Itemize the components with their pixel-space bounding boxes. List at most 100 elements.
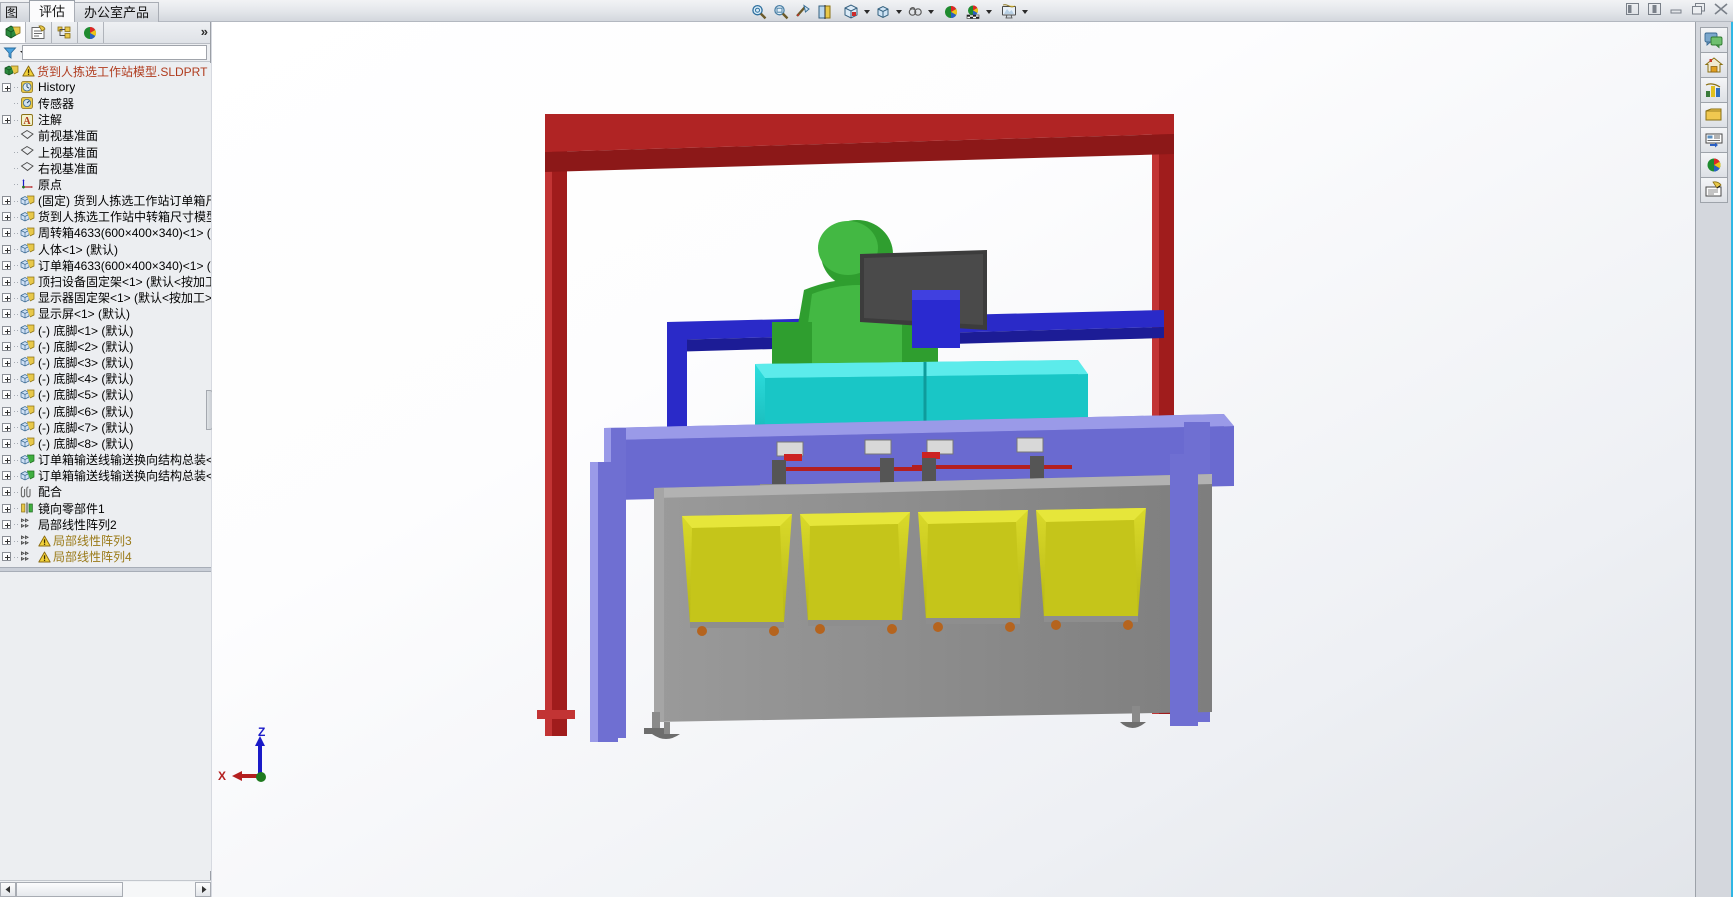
tree-item-21[interactable]: ·· (-) 底脚<6> (默认) xyxy=(0,403,211,419)
tree-item-12[interactable]: ·· 订单箱4633(600×400×340)<1> (默 xyxy=(0,257,211,273)
tree-expand-toggle[interactable] xyxy=(2,115,11,125)
tree-expand-toggle[interactable] xyxy=(2,82,11,92)
tree-item-8[interactable]: ·· (固定) 货到人拣选工作站订单箱尺寸 xyxy=(0,193,211,209)
display-style-icon[interactable] xyxy=(872,2,893,22)
tree-item-16[interactable]: ·· (-) 底脚<1> (默认) xyxy=(0,322,211,338)
tree-item-23[interactable]: ·· (-) 底脚<8> (默认) xyxy=(0,435,211,451)
tree-expand-toggle[interactable] xyxy=(2,422,11,432)
feature-tree[interactable]: 货到人拣选工作站模型.SLDPRT (默 ·· History ·· 传感器 ·· A 注解 ·… xyxy=(0,63,211,871)
hide-show-items-icon[interactable] xyxy=(904,2,925,22)
tree-item-14[interactable]: ·· 显示器固定架<1> (默认<按加工>) xyxy=(0,290,211,306)
zoom-to-area-icon[interactable] xyxy=(770,2,791,22)
tree-item-0[interactable]: 货到人拣选工作站模型.SLDPRT (默 xyxy=(0,63,211,79)
appearance-editor-icon[interactable] xyxy=(1700,177,1728,203)
tree-expand-toggle[interactable] xyxy=(2,325,11,335)
previous-view-icon[interactable] xyxy=(792,2,813,22)
zoom-to-fit-icon[interactable] xyxy=(748,2,769,22)
graphics-viewport[interactable]: Z X xyxy=(212,22,1695,897)
tree-item-30[interactable]: ·· 局部线性阵列4 xyxy=(0,549,211,565)
restore-button[interactable] xyxy=(1691,2,1706,16)
tree-expand-toggle[interactable] xyxy=(2,293,11,303)
display-style-dropdown[interactable] xyxy=(894,2,903,22)
tab-0[interactable]: 图 xyxy=(0,2,30,22)
tree-expand-toggle[interactable] xyxy=(2,390,11,400)
tree-item-3[interactable]: ·· A 注解 xyxy=(0,112,211,128)
tree-expand-toggle[interactable] xyxy=(2,341,11,351)
tree-expand-toggle[interactable] xyxy=(2,455,11,465)
tree-expand-toggle[interactable] xyxy=(2,552,11,562)
tree-item-1[interactable]: ·· History xyxy=(0,79,211,95)
tree-expand-toggle[interactable] xyxy=(2,357,11,367)
tree-item-24[interactable]: ·· 订单箱输送线输送换向结构总装<2> xyxy=(0,452,211,468)
tree-item-4[interactable]: ·· 前视基准面 xyxy=(0,128,211,144)
restore-view-right-button[interactable] xyxy=(1647,2,1662,16)
tree-item-15[interactable]: ·· 显示屏<1> (默认) xyxy=(0,306,211,322)
tree-item-11[interactable]: ·· 人体<1> (默认) xyxy=(0,241,211,257)
tree-item-2[interactable]: ·· 传感器 xyxy=(0,95,211,111)
tree-item-20[interactable]: ·· (-) 底脚<5> (默认) xyxy=(0,387,211,403)
tree-item-9[interactable]: ·· 货到人拣选工作站中转箱尺寸模型< xyxy=(0,209,211,225)
tree-selection-bar[interactable] xyxy=(0,567,211,573)
apply-scene-icon[interactable] xyxy=(962,2,983,22)
tree-item-29[interactable]: ·· 局部线性阵列3 xyxy=(0,532,211,548)
scrollbar-thumb[interactable] xyxy=(16,881,124,897)
feature-manager-more-button[interactable]: » xyxy=(201,24,208,39)
tree-expand-toggle[interactable] xyxy=(2,536,11,546)
tree-item-17[interactable]: ·· (-) 底脚<2> (默认) xyxy=(0,338,211,354)
tree-expand-toggle[interactable] xyxy=(2,471,11,481)
feature-tree-tab[interactable] xyxy=(0,22,26,43)
restore-view-left-button[interactable] xyxy=(1625,2,1640,16)
configuration-manager-tab[interactable] xyxy=(52,22,78,43)
feature-tree-filter-input[interactable] xyxy=(22,45,207,60)
tree-expand-toggle[interactable] xyxy=(2,244,11,254)
design-library-icon[interactable] xyxy=(1700,52,1728,78)
tree-item-6[interactable]: ·· 右视基准面 xyxy=(0,160,211,176)
display-manager-tab[interactable] xyxy=(78,22,104,43)
close-button[interactable] xyxy=(1713,2,1728,16)
file-explorer-icon[interactable] xyxy=(1700,77,1728,103)
tree-expand-toggle[interactable] xyxy=(2,487,11,497)
tree-item-19[interactable]: ·· (-) 底脚<4> (默认) xyxy=(0,371,211,387)
minimize-button[interactable] xyxy=(1669,2,1684,16)
tree-expand-toggle[interactable] xyxy=(2,519,11,529)
tree-item-13[interactable]: ·· 顶扫设备固定架<1> (默认<按加工> xyxy=(0,273,211,289)
tab-2[interactable]: 办公室产品 xyxy=(74,2,160,22)
tree-expand-toggle[interactable] xyxy=(2,503,11,513)
tree-expand-toggle[interactable] xyxy=(2,228,11,238)
tree-item-25[interactable]: ·· 订单箱输送线输送换向结构总装<4> xyxy=(0,468,211,484)
tree-item-10[interactable]: ·· 周转箱4633(600×400×340)<1> (默 xyxy=(0,225,211,241)
section-view-icon[interactable] xyxy=(814,2,835,22)
tree-expand-toggle[interactable] xyxy=(2,277,11,287)
tree-item-26[interactable]: ·· 配合 xyxy=(0,484,211,500)
tree-expand-toggle[interactable] xyxy=(2,196,11,206)
tree-item-28[interactable]: ·· 局部线性阵列2 xyxy=(0,516,211,532)
tree-expand-toggle[interactable] xyxy=(2,438,11,448)
tree-expand-toggle[interactable] xyxy=(2,406,11,416)
feature-tree-horizontal-scrollbar[interactable] xyxy=(0,880,211,897)
view-settings-dropdown[interactable] xyxy=(1020,2,1029,22)
tree-item-18[interactable]: ·· (-) 底脚<3> (默认) xyxy=(0,354,211,370)
apply-scene-dropdown[interactable] xyxy=(984,2,993,22)
edit-appearance-icon[interactable] xyxy=(940,2,961,22)
tree-expand-toggle[interactable] xyxy=(2,309,11,319)
tree-item-5[interactable]: ·· 上视基准面 xyxy=(0,144,211,160)
view-settings-icon[interactable] xyxy=(998,2,1019,22)
custom-properties-icon[interactable] xyxy=(1700,152,1728,178)
scroll-right-button[interactable] xyxy=(195,881,211,897)
scrollbar-track[interactable] xyxy=(16,881,195,897)
tree-item-22[interactable]: ·· (-) 底脚<7> (默认) xyxy=(0,419,211,435)
tree-item-7[interactable]: ·· 原点 xyxy=(0,176,211,192)
view-orientation-dropdown[interactable] xyxy=(862,2,871,22)
tree-expand-toggle[interactable] xyxy=(2,260,11,270)
solidworks-resources-icon[interactable] xyxy=(1700,27,1728,53)
tree-expand-toggle[interactable] xyxy=(2,212,11,222)
tree-item-27[interactable]: ·· 镜向零部件1 xyxy=(0,500,211,516)
view-palette-icon[interactable] xyxy=(1700,102,1728,128)
hide-show-items-dropdown[interactable] xyxy=(926,2,935,22)
tree-expand-toggle[interactable] xyxy=(2,374,11,384)
property-manager-tab[interactable] xyxy=(26,22,52,43)
scroll-left-button[interactable] xyxy=(0,881,16,897)
appearances-scenes-icon[interactable] xyxy=(1700,127,1728,153)
view-orientation-icon[interactable] xyxy=(840,2,861,22)
tab-1[interactable]: 评估 xyxy=(29,0,76,22)
